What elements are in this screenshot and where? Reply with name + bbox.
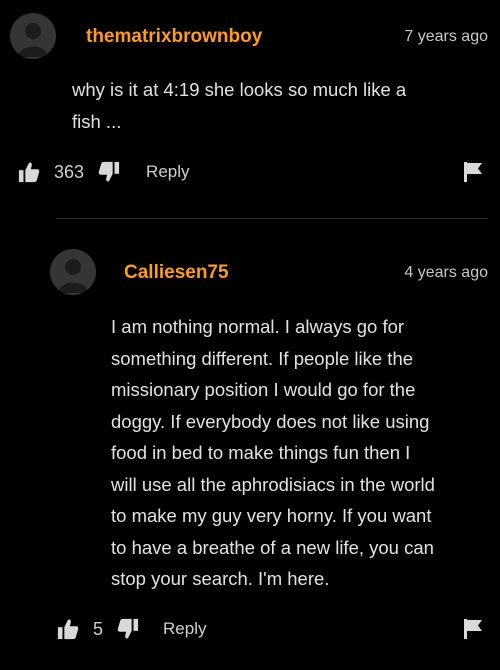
username[interactable]: thematrixbrownboy xyxy=(86,26,262,48)
thumbs-down-icon xyxy=(98,161,120,182)
thumbs-up-icon xyxy=(57,619,79,640)
report-button[interactable] xyxy=(464,162,482,187)
thumbs-down-icon xyxy=(117,618,139,639)
comment-actions: 363 Reply xyxy=(18,158,190,186)
comment-line: something different. If people like the xyxy=(111,347,414,369)
comment-line: food in bed to make things fun then I xyxy=(111,442,411,463)
comment-actions: 5 Reply xyxy=(57,615,206,643)
comment-line: to have a breathe of a new life, you can xyxy=(111,536,434,558)
comment-line: to make my guy very horny. If you want xyxy=(111,505,432,526)
flag-icon xyxy=(464,619,482,639)
like-button[interactable] xyxy=(57,618,79,640)
reply-button[interactable]: Reply xyxy=(146,162,189,182)
like-count: 363 xyxy=(54,161,85,182)
comment-text: why is it at 4:19 she looks so much like… xyxy=(72,74,482,137)
report-button[interactable] xyxy=(464,619,482,644)
comment-text: I am nothing normal. I always go for som… xyxy=(111,311,491,595)
default-avatar-icon xyxy=(18,23,48,57)
comment-divider xyxy=(56,218,488,219)
comment-line: will use all the aphrodisiacs in the wor… xyxy=(111,473,435,495)
reply-button[interactable]: Reply xyxy=(163,619,206,639)
comment-line: stop your search. I'm here. xyxy=(111,568,330,589)
dislike-button[interactable] xyxy=(98,161,120,183)
username[interactable]: Calliesen75 xyxy=(124,262,229,284)
comment-line: fish ... xyxy=(72,110,122,132)
like-count: 5 xyxy=(93,618,104,639)
flag-icon xyxy=(464,162,482,182)
like-button[interactable] xyxy=(18,161,40,183)
comment-line: I am nothing normal. I always go for xyxy=(111,316,405,337)
user-avatar[interactable] xyxy=(50,249,96,295)
default-avatar-icon xyxy=(58,259,88,293)
comment-line: missionary position I would go for the xyxy=(111,379,416,400)
comment-line: why is it at 4:19 she looks so much like… xyxy=(72,79,407,100)
user-avatar[interactable] xyxy=(10,13,56,59)
timestamp: 4 years ago xyxy=(404,264,488,281)
dislike-button[interactable] xyxy=(117,618,139,640)
timestamp: 7 years ago xyxy=(404,28,488,45)
thumbs-up-icon xyxy=(18,162,40,183)
comment-line: doggy. If everybody does not like using xyxy=(111,410,430,432)
